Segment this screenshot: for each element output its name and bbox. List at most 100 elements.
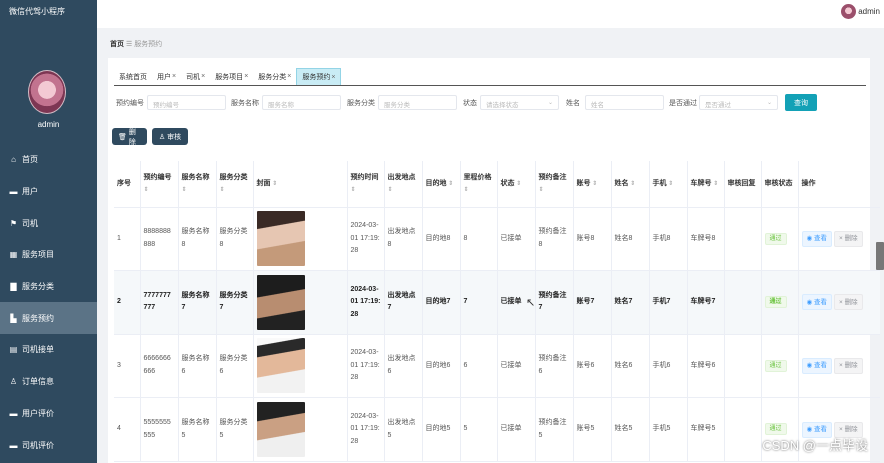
column-header[interactable]: 手机 ⇕ xyxy=(649,161,688,208)
cell-service-name: 服务名称7 xyxy=(178,270,217,335)
column-header[interactable]: 里程价格 ⇕ xyxy=(460,161,498,208)
sidebar-item-user-reviews[interactable]: ▬ 用户评价 xyxy=(0,398,97,430)
view-button[interactable]: ◉ 查看 xyxy=(801,230,832,247)
view-button[interactable]: ◉ 查看 xyxy=(801,357,832,374)
sort-icon[interactable]: ⇕ xyxy=(351,187,356,193)
column-header[interactable]: 账号 ⇕ xyxy=(573,161,612,208)
cover-image[interactable] xyxy=(256,274,305,330)
close-icon[interactable]: × xyxy=(244,73,248,80)
service-name-input[interactable]: 服务名称 xyxy=(262,95,341,110)
scrollbar-thumb[interactable] xyxy=(876,242,884,270)
sidebar-item-home[interactable]: ⌂ 首页 xyxy=(0,144,97,176)
view-button[interactable]: ◉ 查看 xyxy=(801,294,832,311)
service-name-label: 服务名称 xyxy=(231,100,259,107)
sidebar-item-drivers[interactable]: ⚑ 司机 xyxy=(0,207,97,239)
button-label: 删除 xyxy=(844,234,858,242)
sort-icon[interactable]: ⇕ xyxy=(388,187,393,193)
sort-icon[interactable]: ⇕ xyxy=(629,181,635,187)
close-icon: × xyxy=(838,234,843,242)
delete-button[interactable]: × 删除 xyxy=(833,294,863,311)
close-icon[interactable]: × xyxy=(172,73,176,80)
delete-button[interactable]: × 删除 xyxy=(833,357,863,374)
cover-cell xyxy=(253,334,348,399)
sidebar-item-driver-reviews[interactable]: ▬ 司机评价 xyxy=(0,429,97,461)
column-header[interactable]: 封面 ⇕ xyxy=(253,161,348,208)
name-input[interactable]: 姓名 xyxy=(585,95,664,110)
cell-booking-no: 6666666666 xyxy=(140,334,179,399)
sidebar-item-service-categories[interactable]: ▇ 服务分类 xyxy=(0,271,97,303)
sort-icon[interactable]: ⇕ xyxy=(447,181,453,187)
tab-home[interactable]: 系统首页 xyxy=(114,68,152,85)
column-header: 序号 xyxy=(114,161,141,208)
review-status-cell: 通过 xyxy=(761,207,799,272)
column-header[interactable]: 预约时间 ⇕ xyxy=(347,161,385,208)
sidebar-item-order-info[interactable]: ♙ 订单信息 xyxy=(0,366,97,398)
tab-drivers[interactable]: 司机 × xyxy=(181,68,210,85)
column-header[interactable]: 姓名 ⇕ xyxy=(611,161,650,208)
sort-icon[interactable]: ⇕ xyxy=(144,187,149,193)
cover-image[interactable] xyxy=(256,211,305,267)
column-header-label: 车牌号 xyxy=(690,179,712,187)
cell-to: 目的地7 xyxy=(422,270,461,335)
column-header[interactable]: 预约备注 ⇕ xyxy=(535,161,574,208)
top-avatar[interactable] xyxy=(841,4,856,19)
breadcrumb-home[interactable]: 首页 xyxy=(110,41,124,48)
column-header[interactable]: 服务名称 ⇕ xyxy=(178,161,217,208)
column-header[interactable]: 预约编号 ⇕ xyxy=(140,161,179,208)
review-button[interactable]: ♙ 审核 xyxy=(152,128,188,145)
close-icon[interactable]: × xyxy=(287,73,291,80)
bookings-table: 序号 预约编号 ⇕ 服务名称 ⇕ 服务分类 ⇕ 封面 ⇕ 预约时间 ⇕ 出发地点 ⇕ 目的地 … xyxy=(114,161,880,462)
service-category-input[interactable]: 服务分类 xyxy=(378,95,457,110)
column-header[interactable]: 服务分类 ⇕ xyxy=(216,161,254,208)
delete-button[interactable]: × 删除 xyxy=(833,230,863,247)
sort-icon[interactable]: ⇕ xyxy=(464,187,469,193)
cell-price: 8 xyxy=(460,207,498,272)
cell-category: 服务分类8 xyxy=(216,207,254,272)
sort-icon[interactable]: ⇕ xyxy=(591,181,597,187)
tab-service-categories[interactable]: 服务分类 × xyxy=(253,68,296,85)
mouse-cursor-icon: ↖ xyxy=(526,297,536,309)
cell-from: 出发地点8 xyxy=(384,207,423,272)
close-icon[interactable]: × xyxy=(201,73,205,80)
table-row[interactable]: 1 8888888888 服务名称8 服务分类8 2024-03-01 17:19:28… xyxy=(114,207,880,272)
status-label: 状态 xyxy=(463,100,477,107)
sidebar-item-driver-orders[interactable]: ▤ 司机接单 xyxy=(0,334,97,366)
avatar[interactable] xyxy=(28,70,66,114)
tab-users[interactable]: 用户 × xyxy=(152,68,181,85)
column-header[interactable]: 审核回复 xyxy=(724,161,762,208)
sidebar-item-users[interactable]: ▬ 用户 xyxy=(0,176,97,208)
bulk-delete-button[interactable]: 🗑 删除 xyxy=(112,128,147,146)
table-row[interactable]: 3 6666666666 服务名称6 服务分类6 2024-03-01 17:19:28… xyxy=(114,334,880,399)
sort-icon[interactable]: ⇕ xyxy=(539,187,544,193)
top-username[interactable]: admin xyxy=(858,7,880,16)
column-header[interactable]: 审核状态 xyxy=(761,161,799,208)
grid-icon: ▦ xyxy=(9,250,18,260)
column-header[interactable]: 状态 ⇕ xyxy=(497,161,536,208)
column-header[interactable]: 出发地点 ⇕ xyxy=(384,161,423,208)
column-header[interactable]: 车牌号 ⇕ xyxy=(687,161,725,208)
tab-service-bookings[interactable]: 服务预约 × xyxy=(296,68,342,85)
sidebar-item-service-items[interactable]: ▦ 服务项目 xyxy=(0,239,97,271)
sort-icon[interactable]: ⇕ xyxy=(182,187,187,193)
table-row[interactable]: 2 7777777777 服务名称7 服务分类7 2024-03-01 17:19:28… xyxy=(114,270,880,335)
approved-select[interactable]: 是否通过 ⌄ xyxy=(699,95,778,110)
sort-icon[interactable]: ⇕ xyxy=(515,181,521,187)
column-header[interactable]: 目的地 ⇕ xyxy=(422,161,461,208)
sort-icon[interactable]: ⇕ xyxy=(220,187,225,193)
status-select[interactable]: 请选择状态 ⌄ xyxy=(480,95,559,110)
column-header-label: 出发地点 xyxy=(387,174,416,182)
close-icon[interactable]: × xyxy=(331,74,335,81)
sidebar-item-service-bookings[interactable]: ▙ 服务预约 xyxy=(0,302,97,335)
eye-icon: ◉ xyxy=(806,234,813,242)
column-header-label: 状态 xyxy=(500,179,515,187)
column-header-label: 预约编号 xyxy=(143,174,172,182)
sort-icon[interactable]: ⇕ xyxy=(712,181,718,187)
cover-image[interactable] xyxy=(256,402,305,458)
tab-service-items[interactable]: 服务项目 × xyxy=(210,68,253,85)
cover-image[interactable] xyxy=(256,338,305,394)
booking-no-input[interactable]: 预约编号 xyxy=(147,95,226,110)
sort-icon[interactable]: ⇕ xyxy=(271,181,277,187)
breadcrumb-current: 服务预约 xyxy=(134,41,163,48)
search-button[interactable]: 查询 xyxy=(785,94,817,111)
sort-icon[interactable]: ⇕ xyxy=(667,181,673,187)
